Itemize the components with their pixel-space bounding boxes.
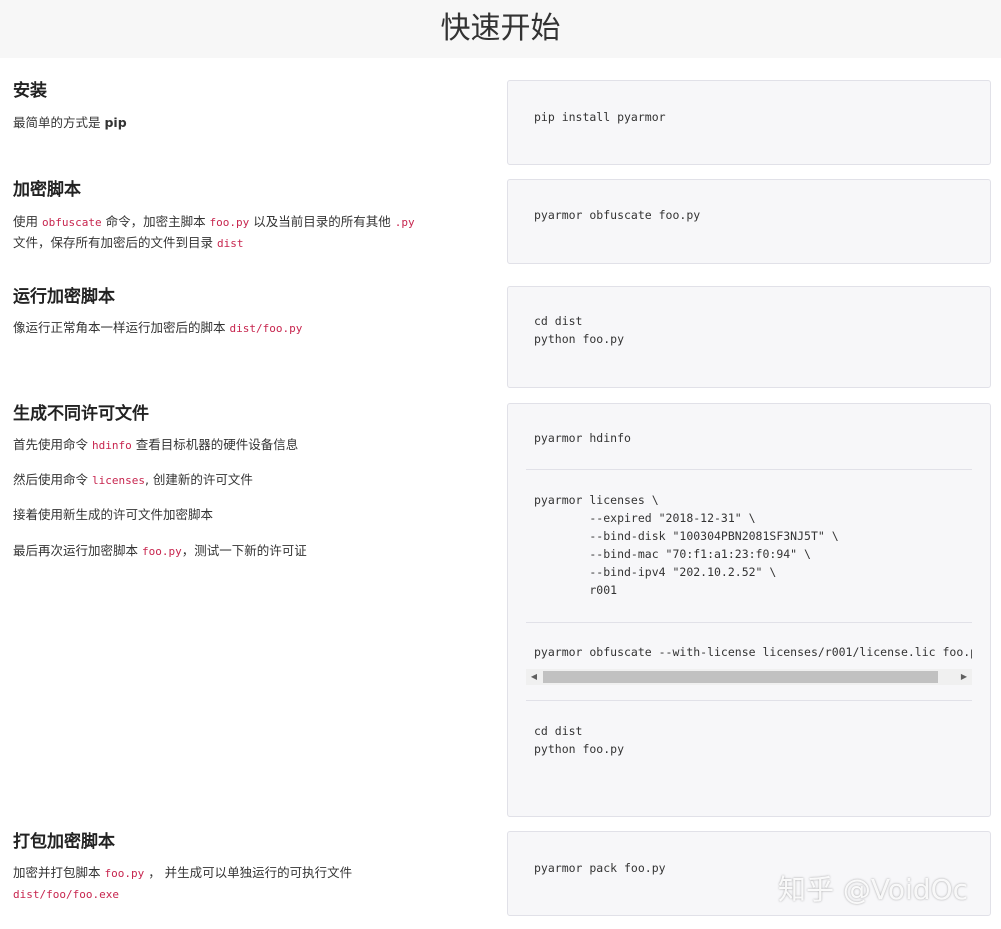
obfuscate-desc-code-4: dist: [216, 237, 244, 250]
license-step-1-code: hdinfo: [91, 439, 132, 452]
obfuscate-desc-code-2: foo.py: [209, 216, 250, 229]
obfuscate-code: pyarmor obfuscate foo.py: [534, 208, 701, 222]
install-desc-bold: pip: [104, 115, 127, 130]
pack-desc-code-1: foo.py: [104, 867, 145, 880]
page-header: 快速开始: [0, 0, 1001, 58]
obfuscate-desc-2: 命令，加密主脚本: [101, 214, 210, 229]
pack-title: 打包加密脚本: [13, 832, 115, 852]
install-desc-text: 最简单的方式是: [13, 115, 105, 130]
pack-desc-2: ， 并生成可以单独运行的可执行文件: [144, 865, 353, 880]
pack-desc-1: 加密并打包脚本: [13, 865, 105, 880]
obfuscate-code-block: pyarmor obfuscate foo.py: [507, 179, 991, 264]
pack-desc: 加密并打包脚本 foo.py ， 并生成可以单独运行的可执行文件 dist/foo…: [13, 863, 483, 905]
obfuscate-desc: 使用 obfuscate 命令，加密主脚本 foo.py 以及当前目录的所有其他…: [13, 212, 483, 254]
license-code-obfuscate: pyarmor obfuscate --with-license license…: [534, 645, 972, 659]
obfuscate-desc-code-3: .py: [394, 216, 415, 229]
code-divider: [526, 700, 972, 701]
page-title: 快速开始: [440, 11, 561, 46]
watermark: 知乎 @VoidOc: [778, 873, 968, 906]
license-step-2-a: 然后使用命令: [13, 472, 92, 487]
obfuscate-desc-code-1: obfuscate: [41, 216, 102, 229]
scroll-left-arrow-icon[interactable]: ◀: [526, 669, 542, 685]
license-step-4-code: foo.py: [141, 545, 182, 558]
install-code-block: pip install pyarmor: [507, 80, 991, 165]
license-step-3: 接着使用新生成的许可文件加密脚本: [13, 507, 214, 522]
run-title: 运行加密脚本: [13, 287, 115, 307]
license-step-4-b: ，测试一下新的许可证: [181, 543, 307, 558]
run-desc: 像运行正常角本一样运行加密后的脚本 dist/foo.py: [13, 318, 483, 339]
scroll-right-arrow-icon[interactable]: ▶: [956, 669, 972, 685]
horizontal-scrollbar[interactable]: ◀ ▶: [526, 669, 972, 685]
license-code-block: pyarmor hdinfo pyarmor licenses \ --expi…: [507, 403, 991, 817]
run-code: cd dist python foo.py: [534, 314, 625, 346]
license-step-2-b: , 创建新的许可文件: [144, 472, 253, 487]
obfuscate-desc-3: 以及当前目录的所有其他: [249, 214, 395, 229]
install-title: 安装: [13, 81, 47, 101]
scrollbar-thumb[interactable]: [543, 671, 938, 683]
license-code-hdinfo: pyarmor hdinfo: [534, 431, 631, 445]
run-desc-1: 像运行正常角本一样运行加密后的脚本: [13, 320, 230, 335]
obfuscate-desc-4: 文件，保存所有加密后的文件到目录: [13, 235, 217, 250]
license-code-licenses: pyarmor licenses \ --expired "2018-12-31…: [534, 493, 839, 597]
obfuscate-desc-1: 使用: [13, 214, 42, 229]
install-code: pip install pyarmor: [534, 110, 666, 124]
license-step-1-a: 首先使用命令: [13, 437, 92, 452]
code-divider: [526, 622, 972, 623]
run-code-block: cd dist python foo.py: [507, 286, 991, 388]
license-code-run: cd dist python foo.py: [534, 724, 625, 756]
obfuscate-title: 加密脚本: [13, 180, 81, 200]
pack-desc-code-2: dist/foo/foo.exe: [13, 888, 119, 901]
license-step-2-code: licenses: [91, 474, 145, 487]
code-divider: [526, 469, 972, 470]
license-step-4: 最后再次运行加密脚本 foo.py，测试一下新的许可证: [13, 541, 483, 562]
run-desc-code-1: dist/foo.py: [229, 322, 303, 335]
license-step-4-a: 最后再次运行加密脚本: [13, 543, 142, 558]
license-step-1: 首先使用命令 hdinfo 查看目标机器的硬件设备信息: [13, 435, 483, 456]
install-desc: 最简单的方式是 pip: [13, 113, 483, 133]
license-step-2: 然后使用命令 licenses, 创建新的许可文件: [13, 470, 483, 491]
license-title: 生成不同许可文件: [13, 404, 149, 424]
license-step-1-b: 查看目标机器的硬件设备信息: [131, 437, 299, 452]
